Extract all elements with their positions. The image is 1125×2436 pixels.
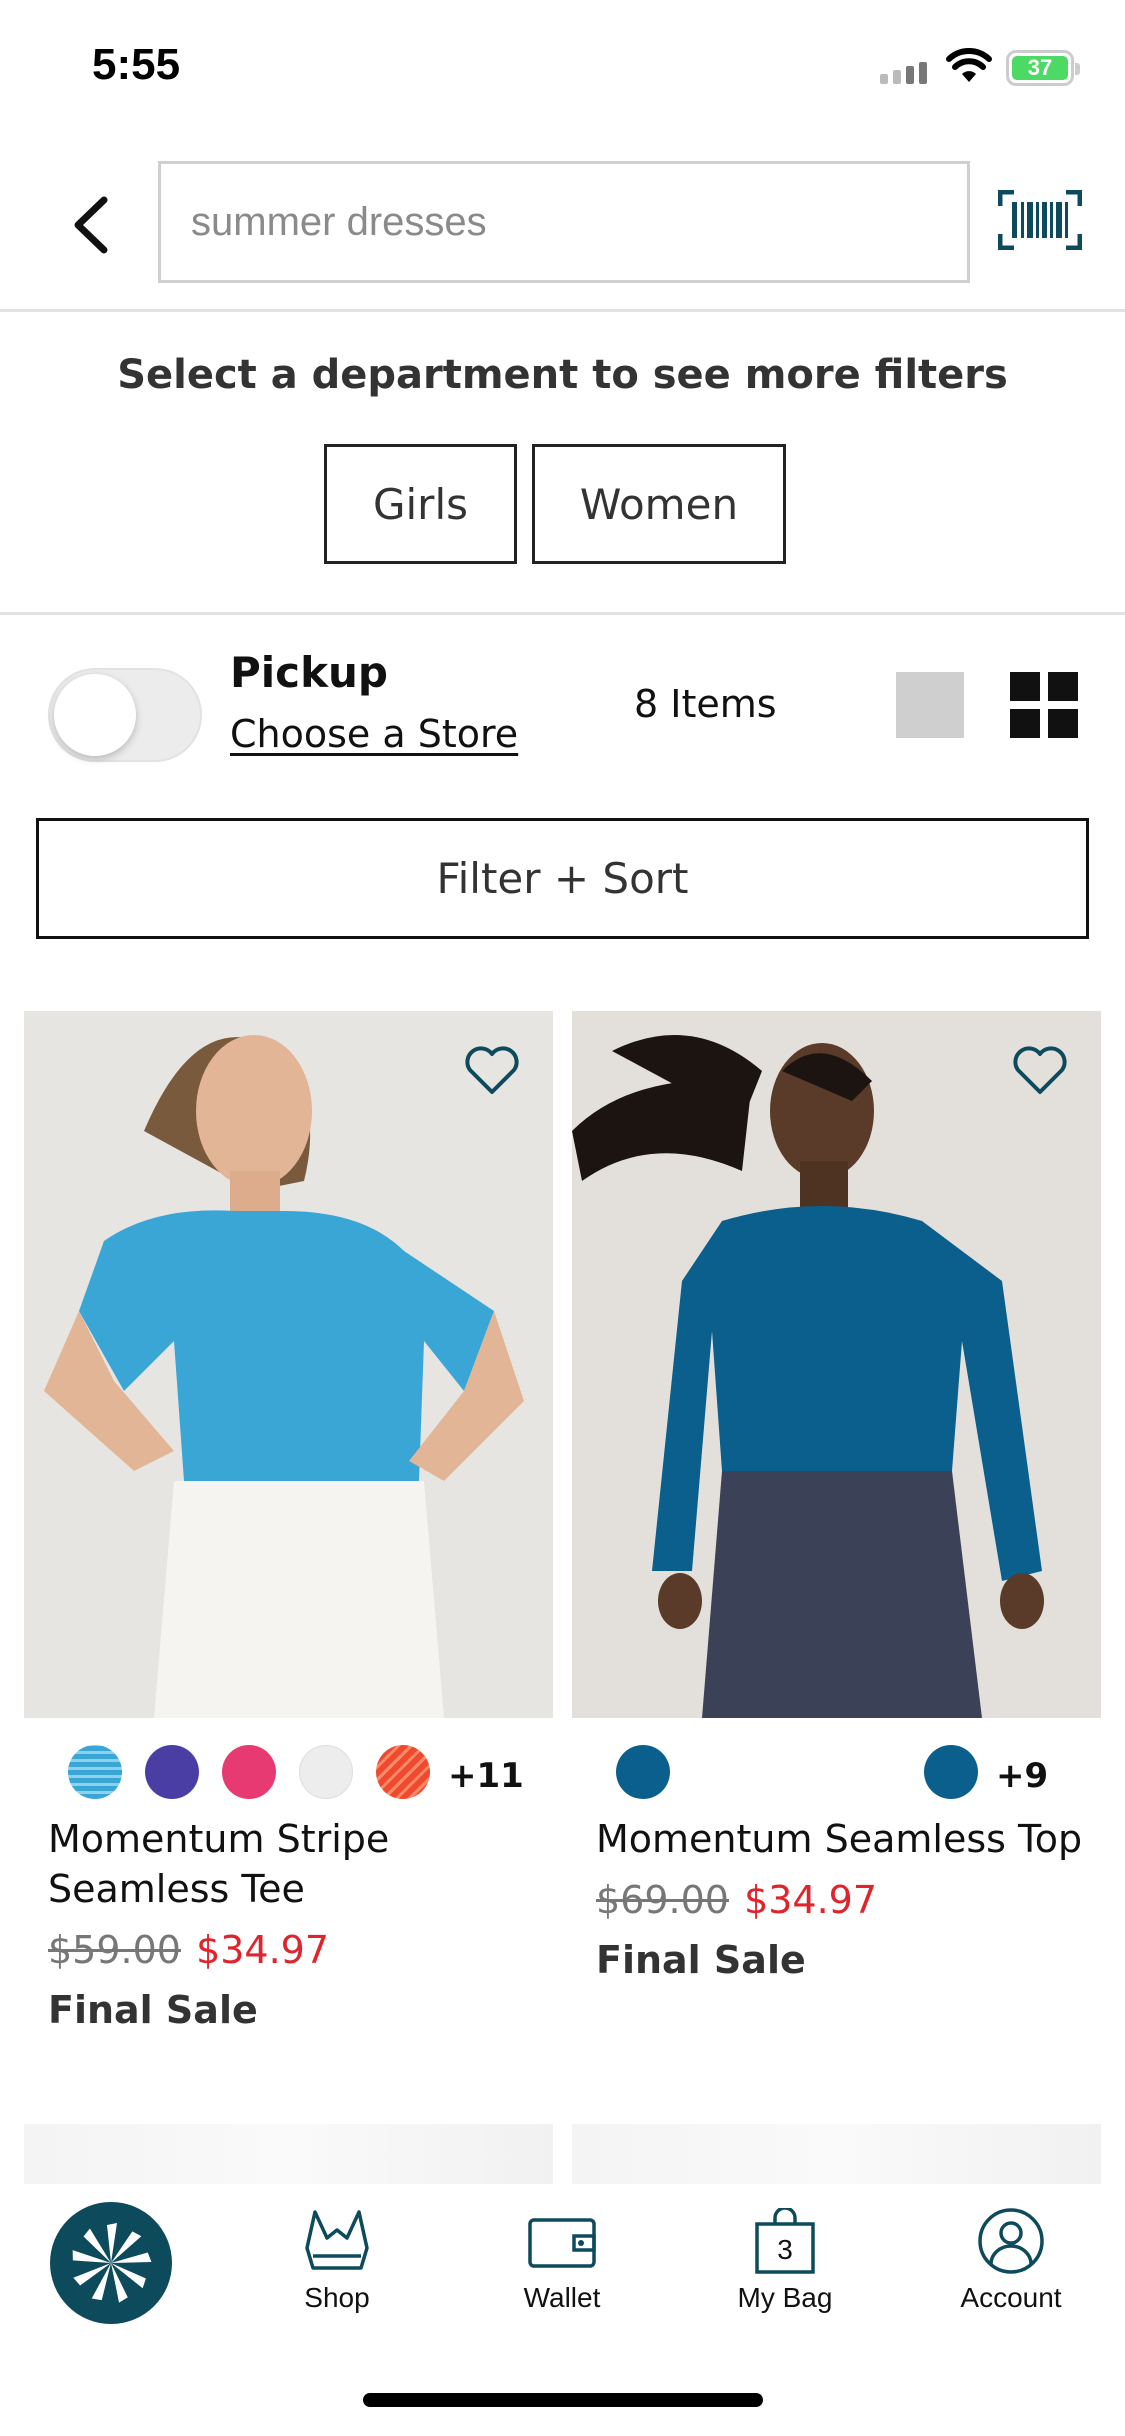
tab-account[interactable]: Account — [926, 2208, 1096, 2314]
pickup-toggle[interactable] — [48, 668, 202, 762]
choose-store-link[interactable]: Choose a Store — [230, 712, 518, 756]
wifi-icon — [946, 48, 992, 82]
tab-wallet[interactable]: Wallet — [477, 2208, 647, 2314]
product-name-line: Seamless Tee — [48, 1867, 305, 1911]
wallet-icon — [528, 2218, 596, 2268]
account-icon — [978, 2208, 1044, 2274]
favorite-heart-icon[interactable] — [464, 1044, 520, 1096]
items-count: 8 Items — [634, 682, 777, 726]
department-prompt: Select a department to see more filters — [117, 352, 1008, 398]
department-women-button[interactable]: Women — [532, 444, 786, 564]
single-column-view-icon[interactable] — [896, 672, 964, 738]
battery-icon: 37 — [1006, 50, 1080, 86]
product-image[interactable] — [572, 1011, 1101, 1718]
department-girls-button[interactable]: Girls — [324, 444, 517, 564]
color-swatch[interactable] — [376, 1745, 430, 1799]
more-colors-count[interactable]: +11 — [448, 1756, 524, 1796]
department-divider — [0, 612, 1125, 615]
favorite-heart-icon[interactable] — [1012, 1044, 1068, 1096]
product-image[interactable] — [24, 2124, 553, 2184]
filter-sort-button[interactable]: Filter + Sort — [36, 818, 1089, 939]
status-time: 5:55 — [92, 40, 181, 89]
product-image[interactable] — [24, 1011, 553, 1718]
home-logo-button[interactable] — [50, 2202, 172, 2324]
pinwheel-logo-icon — [72, 2223, 152, 2303]
cellular-signal-icon — [880, 62, 927, 84]
pickup-label: Pickup — [230, 648, 388, 697]
tab-label: Wallet — [523, 2282, 601, 2313]
color-swatch[interactable] — [68, 1745, 122, 1799]
tab-label: Account — [960, 2282, 1062, 2313]
color-swatch[interactable] — [924, 1745, 978, 1799]
sale-price: $34.97 — [744, 1878, 878, 1922]
barcode-scanner-icon[interactable] — [998, 190, 1082, 250]
price-row: $59.00 $34.97 — [48, 1928, 329, 1972]
sale-price: $34.97 — [196, 1928, 330, 1972]
color-swatch[interactable] — [299, 1745, 353, 1799]
grid-view-icon[interactable] — [1010, 672, 1078, 738]
search-placeholder: summer dresses — [191, 199, 487, 244]
product-name-line: Momentum Stripe — [48, 1817, 390, 1861]
color-swatch[interactable] — [222, 1745, 276, 1799]
product-image[interactable] — [572, 2124, 1101, 2184]
search-input[interactable]: summer dresses — [158, 161, 970, 283]
original-price: $59.00 — [48, 1928, 181, 1972]
product-name[interactable]: Momentum Seamless Top — [596, 1814, 1096, 1864]
color-swatch[interactable] — [616, 1745, 670, 1799]
tab-my-bag[interactable]: 3 My Bag — [700, 2208, 870, 2314]
tab-label: My Bag — [737, 2282, 833, 2313]
final-sale-label: Final Sale — [596, 1938, 806, 1982]
toggle-knob — [54, 674, 136, 756]
tab-shop[interactable]: Shop — [252, 2208, 422, 2314]
battery-level: 37 — [1012, 55, 1068, 80]
back-arrow-icon[interactable] — [62, 190, 122, 260]
color-swatch[interactable] — [145, 1745, 199, 1799]
bag-count-badge: 3 — [777, 2234, 793, 2265]
bag-icon: 3 — [749, 2208, 821, 2274]
price-row: $69.00 $34.97 — [596, 1878, 877, 1922]
header-divider — [0, 309, 1125, 312]
product-name[interactable]: Momentum Stripe Seamless Tee — [48, 1814, 548, 1914]
tab-label: Shop — [304, 2282, 370, 2313]
home-indicator[interactable] — [363, 2393, 763, 2407]
more-colors-count[interactable]: +9 — [996, 1756, 1048, 1796]
sports-bra-icon — [305, 2210, 369, 2270]
final-sale-label: Final Sale — [48, 1988, 258, 2032]
original-price: $69.00 — [596, 1878, 729, 1922]
